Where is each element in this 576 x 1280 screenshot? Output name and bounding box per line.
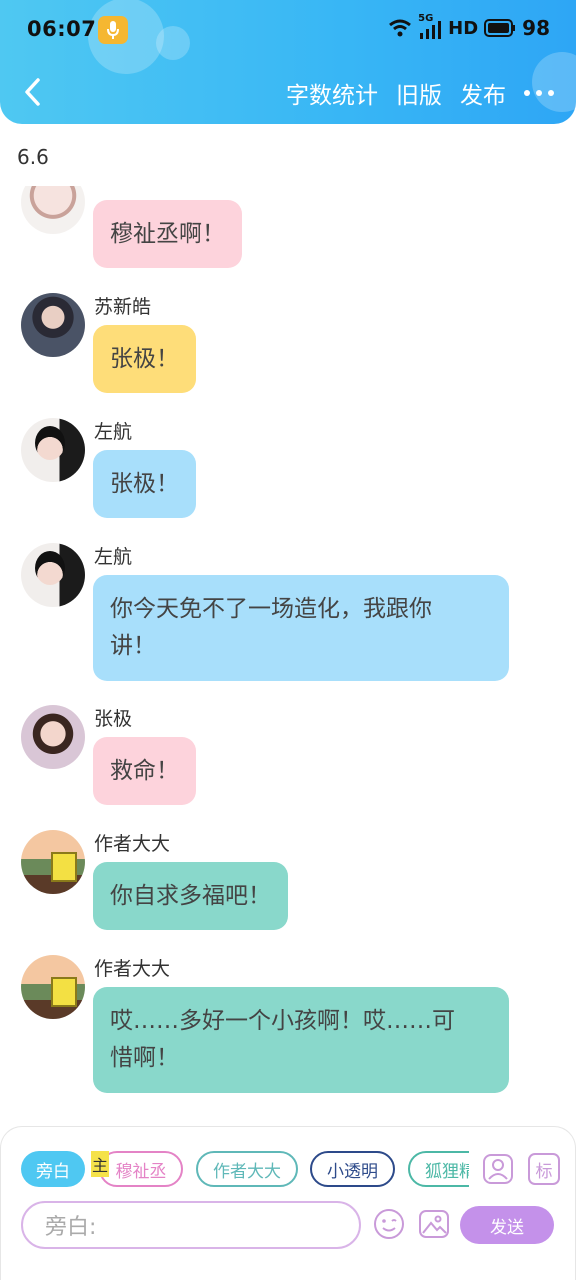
input-placeholder: 旁白: bbox=[45, 1215, 97, 1240]
sender-name: 作者大大 bbox=[94, 958, 171, 980]
send-button[interactable]: 发送 bbox=[460, 1206, 554, 1244]
role-chip-fox[interactable]: 狐狸精 bbox=[408, 1151, 469, 1187]
message-input[interactable]: 旁白: bbox=[21, 1201, 361, 1249]
message-text: 穆祉丞啊！ bbox=[110, 220, 225, 247]
message-bubble[interactable]: 救命！ bbox=[93, 737, 196, 805]
message-text-line: 讲！ bbox=[110, 633, 156, 659]
message-text: 张极！ bbox=[110, 345, 179, 372]
sender-name: 苏新皓 bbox=[94, 296, 152, 318]
message-text-line: 你今天免不了一场造化，我跟你 bbox=[110, 596, 432, 622]
message-text-line: 哎……多好一个小孩啊！哎……可 bbox=[110, 1008, 455, 1034]
nav-actions: 字数统计 旧版 发布 bbox=[286, 76, 554, 110]
chat-list[interactable]: 穆祉丞啊！ 苏新皓 张极！ 左航 张极！ 左航 你今天免不了一场造化，我跟你 讲… bbox=[0, 186, 576, 1114]
role-chip-narrator[interactable]: 旁白 bbox=[21, 1151, 85, 1187]
role-chip-mu[interactable]: 穆祉丞 bbox=[99, 1151, 183, 1187]
publish-button[interactable]: 发布 bbox=[460, 76, 506, 110]
microphone-icon bbox=[98, 16, 128, 44]
sender-name: 左航 bbox=[94, 546, 133, 568]
avatar[interactable] bbox=[21, 418, 85, 482]
image-icon[interactable] bbox=[418, 1208, 450, 1240]
tag-icon[interactable]: 标 bbox=[528, 1153, 560, 1185]
host-tag: 主 bbox=[91, 1151, 109, 1177]
compose-panel: 旁白 主 穆祉丞 作者大大 小透明 狐狸精 标 旁白: 发送 bbox=[0, 1126, 576, 1280]
avatar[interactable] bbox=[21, 955, 85, 1019]
avatar[interactable] bbox=[21, 830, 85, 894]
avatar[interactable] bbox=[21, 705, 85, 769]
message-bubble[interactable]: 张极！ bbox=[93, 325, 196, 393]
role-chip-author[interactable]: 作者大大 bbox=[196, 1151, 298, 1187]
message-bubble[interactable]: 你今天免不了一场造化，我跟你 讲！ bbox=[93, 575, 509, 681]
status-bar: 06:07 5G HD 98 bbox=[0, 0, 576, 60]
role-chip-invisible[interactable]: 小透明 bbox=[310, 1151, 395, 1187]
word-count-button[interactable]: 字数统计 bbox=[286, 76, 378, 110]
person-icon[interactable] bbox=[482, 1153, 514, 1185]
avatar[interactable] bbox=[21, 543, 85, 607]
message-bubble[interactable]: 你自求多福吧！ bbox=[93, 862, 288, 930]
message-text: 救命！ bbox=[110, 757, 179, 784]
message-text-line: 惜啊！ bbox=[110, 1045, 179, 1071]
wifi-icon bbox=[389, 19, 412, 37]
message-text: 你自求多福吧！ bbox=[110, 882, 271, 909]
sender-name: 作者大大 bbox=[94, 833, 171, 855]
status-indicators: 5G HD 98 bbox=[388, 13, 550, 40]
emoji-icon[interactable] bbox=[373, 1208, 405, 1240]
avatar[interactable] bbox=[21, 293, 85, 357]
sender-name: 左航 bbox=[94, 421, 133, 443]
battery-level: 98 bbox=[522, 16, 550, 40]
back-button[interactable] bbox=[16, 74, 48, 110]
message-bubble[interactable]: 张极！ bbox=[93, 450, 196, 518]
message-bubble[interactable]: 哎……多好一个小孩啊！哎……可 惜啊！ bbox=[93, 987, 509, 1093]
date-label: 6.6 bbox=[17, 145, 49, 169]
hd-indicator: HD bbox=[448, 17, 479, 39]
sender-name: 张极 bbox=[94, 708, 133, 730]
signal-icon: 5G bbox=[418, 13, 442, 39]
message-bubble[interactable]: 穆祉丞啊！ bbox=[93, 200, 242, 268]
chevron-left-icon bbox=[25, 78, 40, 106]
status-time: 06:07 bbox=[27, 17, 97, 41]
battery-icon bbox=[484, 19, 516, 37]
old-version-button[interactable]: 旧版 bbox=[396, 76, 442, 110]
message-text: 张极！ bbox=[110, 470, 179, 497]
more-options-button[interactable] bbox=[524, 78, 554, 108]
role-selector[interactable]: 旁白 主 穆祉丞 作者大大 小透明 狐狸精 bbox=[21, 1151, 469, 1191]
top-app-bar: 06:07 5G HD 98 字数统计 旧版 发布 bbox=[0, 0, 576, 124]
avatar[interactable] bbox=[21, 186, 85, 234]
